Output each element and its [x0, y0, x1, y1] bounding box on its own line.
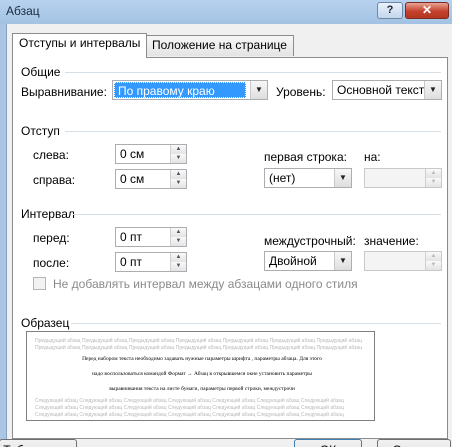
window-title: Абзац — [6, 4, 40, 18]
preview-previous-paragraph: Предыдущий абзац Предыдущий абзац Предыд… — [35, 345, 363, 351]
title-bar: Абзац ? ✕ — [0, 0, 452, 24]
indent-left-input[interactable]: 0 см ▲ ▼ — [115, 144, 187, 164]
spacing-before-input[interactable]: 0 пт ▲ ▼ — [115, 227, 187, 247]
spin-up-icon[interactable]: ▲ — [171, 253, 186, 262]
indent-right-spinner[interactable]: ▲ ▼ — [170, 170, 186, 188]
ok-button[interactable]: ОК — [294, 439, 362, 447]
tab-panel: Общие Выравнивание: По правому краю ▼ Ур… — [12, 57, 448, 439]
chevron-down-icon[interactable]: ▼ — [424, 81, 441, 99]
indent-divider — [65, 131, 441, 132]
spin-up-icon[interactable]: ▲ — [171, 145, 186, 154]
line-spacing-at-spinner[interactable]: ▲ ▼ — [425, 252, 441, 270]
preview-previous-paragraph: Предыдущий абзац Предыдущий абзац Предыд… — [35, 338, 363, 344]
spacing-after-value: 0 пт — [120, 255, 143, 269]
spacing-divider — [73, 214, 441, 215]
chevron-down-icon[interactable]: ▼ — [334, 252, 351, 270]
line-spacing-value: Двойной — [269, 254, 317, 268]
cancel-button[interactable]: Отмена — [377, 439, 451, 447]
spin-down-icon[interactable]: ▼ — [171, 262, 186, 271]
level-select[interactable]: Основной текст ▼ — [332, 80, 442, 100]
line-spacing-at-label: значение: — [364, 234, 419, 248]
alignment-value: По правому краю — [114, 82, 246, 98]
chevron-down-icon[interactable]: ▼ — [250, 81, 267, 99]
spin-up-icon[interactable]: ▲ — [171, 170, 186, 179]
spin-up-icon[interactable]: ▲ — [426, 169, 441, 178]
tabs-button[interactable]: Табуляция... — [0, 439, 77, 447]
general-group-title: Общие — [21, 65, 61, 79]
close-button[interactable]: ✕ — [405, 2, 449, 19]
preview-next-paragraph: Следующий абзац Следующий абзац Следующи… — [35, 398, 344, 404]
preview-next-paragraph: Следующий абзац Следующий абзац Следующи… — [35, 405, 344, 411]
help-button[interactable]: ? — [377, 2, 403, 19]
no-space-label: Не добавлять интервал между абзацами одн… — [53, 277, 358, 291]
level-label: Уровень: — [276, 85, 326, 99]
spin-down-icon[interactable]: ▼ — [171, 179, 186, 188]
first-line-by-input[interactable]: ▲ ▼ — [364, 168, 442, 188]
spacing-after-spinner[interactable]: ▲ ▼ — [170, 253, 186, 271]
preview-text-line: надо воспользоваться командой Формат → А… — [92, 371, 312, 377]
preview-group-title: Образец — [21, 316, 70, 330]
spin-down-icon[interactable]: ▼ — [426, 261, 441, 270]
close-icon: ✕ — [421, 3, 433, 17]
spacing-before-label: перед: — [33, 231, 70, 245]
indent-left-value: 0 см — [120, 147, 145, 161]
spacing-after-label: после: — [33, 256, 70, 270]
spin-down-icon[interactable]: ▼ — [171, 154, 186, 163]
chevron-down-icon[interactable]: ▼ — [334, 169, 351, 187]
first-line-by-spinner[interactable]: ▲ ▼ — [425, 169, 441, 187]
preview-next-paragraph: Следующий абзац Следующий абзац Следующи… — [35, 412, 344, 418]
first-line-value: (нет) — [269, 171, 296, 185]
spacing-before-spinner[interactable]: ▲ ▼ — [170, 228, 186, 246]
line-spacing-at-input[interactable]: ▲ ▼ — [364, 251, 442, 271]
spacing-after-input[interactable]: 0 пт ▲ ▼ — [115, 252, 187, 272]
spacing-before-value: 0 пт — [120, 230, 143, 244]
first-line-by-label: на: — [364, 150, 381, 164]
no-space-checkbox[interactable] — [33, 277, 46, 290]
indent-right-value: 0 см — [120, 172, 145, 186]
preview-box: Предыдущий абзац Предыдущий абзац Предыд… — [26, 331, 375, 421]
preview-text-line: Перед набором текста необходимо задавать… — [82, 356, 322, 362]
spin-down-icon[interactable]: ▼ — [426, 178, 441, 187]
first-line-label: первая строка: — [264, 150, 347, 164]
line-spacing-label: междустрочный: — [264, 234, 356, 248]
spin-down-icon[interactable]: ▼ — [171, 237, 186, 246]
spacing-group-title: Интервал — [21, 207, 75, 221]
alignment-label: Выравнивание: — [21, 85, 107, 99]
spin-up-icon[interactable]: ▲ — [171, 228, 186, 237]
indent-left-spinner[interactable]: ▲ ▼ — [170, 145, 186, 163]
alignment-select[interactable]: По правому краю ▼ — [112, 80, 268, 100]
first-line-select[interactable]: (нет) ▼ — [264, 168, 352, 188]
indent-group-title: Отступ — [21, 124, 60, 138]
dialog-body: Отступы и интервалы Положение на страниц… — [0, 24, 452, 447]
indent-right-label: справа: — [33, 173, 76, 187]
spin-up-icon[interactable]: ▲ — [426, 252, 441, 261]
tab-line-page-breaks[interactable]: Положение на странице — [145, 35, 294, 56]
general-divider — [65, 72, 441, 73]
preview-divider — [71, 323, 441, 324]
preview-text-line: выравнивания текста на листе бумаги, пар… — [109, 386, 295, 392]
indent-right-input[interactable]: 0 см ▲ ▼ — [115, 169, 187, 189]
indent-left-label: слева: — [33, 148, 69, 162]
tab-indents-spacing[interactable]: Отступы и интервалы — [12, 33, 148, 58]
level-value: Основной текст — [337, 83, 425, 97]
line-spacing-select[interactable]: Двойной ▼ — [264, 251, 352, 271]
